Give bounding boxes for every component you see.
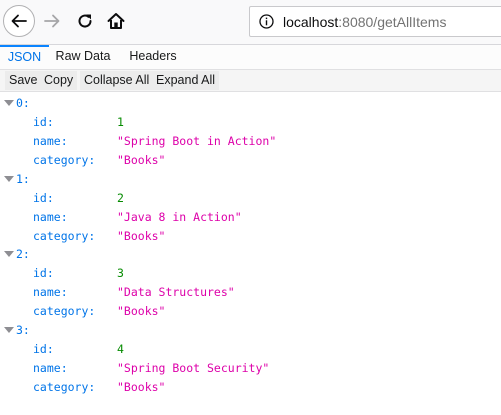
home-button[interactable] [106,11,126,31]
property-key: name: [33,134,68,148]
string-value: "Books" [117,153,166,167]
string-value: "Spring Boot Security" [117,361,270,375]
array-index: 0: [16,96,30,110]
expand-toggle-icon[interactable] [4,100,14,106]
string-value: "Books" [117,229,166,243]
copy-button[interactable]: Copy [40,71,78,90]
expand-all-button[interactable]: Expand All [152,71,220,90]
collapse-all-button[interactable]: Collapse All [80,71,154,90]
address-bar[interactable]: localhost:8080/getAllItems [249,6,501,37]
property-key: name: [33,285,68,299]
tree-row: name: "Java 8 in Action" [0,208,501,227]
url-text[interactable]: localhost:8080/getAllItems [283,14,446,30]
url-path: :8080/getAllItems [338,14,447,30]
browser-navbar: localhost:8080/getAllItems [0,0,501,44]
number-value: 3 [117,266,124,280]
tree-row: category: "Books" [0,151,501,170]
string-value: "Spring Boot in Action" [117,134,277,148]
tree-row-index[interactable]: 3: [0,321,501,340]
tab-headers[interactable]: Headers [123,45,183,69]
expand-toggle-icon[interactable] [4,251,14,257]
reload-button[interactable] [75,11,95,31]
tree-row: id: 4 [0,340,501,359]
expand-toggle-icon[interactable] [4,327,14,333]
tree-row: id: 3 [0,264,501,283]
property-key: category: [33,380,96,394]
tree-row-index[interactable]: 2: [0,245,501,264]
tree-row: id: 2 [0,189,501,208]
tree-row: name: "Spring Boot Security" [0,359,501,378]
tab-raw-data[interactable]: Raw Data [53,45,113,69]
tree-row: name: "Data Structures" [0,283,501,302]
array-index: 1: [16,172,30,186]
tree-row-index[interactable]: 1: [0,170,501,189]
string-value: "Java 8 in Action" [117,210,242,224]
tree-row: category: "Books" [0,378,501,397]
url-host: localhost [283,14,339,30]
info-icon[interactable] [259,14,274,29]
back-arrow-icon [11,14,27,28]
tree-row: category: "Books" [0,227,501,246]
property-key: id: [33,342,54,356]
forward-arrow-icon [44,14,60,28]
property-key: id: [33,115,54,129]
viewer-toolbar: Save Copy Collapse All Expand All [0,70,501,91]
property-key: name: [33,361,68,375]
string-value: "Data Structures" [117,285,235,299]
number-value: 2 [117,191,124,205]
tab-json[interactable]: JSON [0,45,49,69]
viewer-tabs: JSON Raw Data Headers [0,45,501,69]
string-value: "Books" [117,304,166,318]
forward-button[interactable] [42,11,62,31]
string-value: "Books" [117,380,166,394]
property-key: category: [33,229,96,243]
number-value: 4 [117,342,124,356]
tree-row: category: "Books" [0,302,501,321]
toolbar-divider [0,91,501,92]
tree-row: name: "Spring Boot in Action" [0,132,501,151]
array-index: 3: [16,323,30,337]
expand-toggle-icon[interactable] [4,176,14,182]
property-key: id: [33,191,54,205]
property-key: name: [33,210,68,224]
tree-row-index[interactable]: 0: [0,94,501,113]
property-key: id: [33,266,54,280]
reload-icon [78,14,92,28]
property-key: category: [33,304,96,318]
tree-row: id: 1 [0,113,501,132]
property-key: category: [33,153,96,167]
home-icon [107,13,125,29]
save-button[interactable]: Save [5,71,42,90]
back-button[interactable] [3,5,35,37]
array-index: 2: [16,247,30,261]
number-value: 1 [117,115,124,129]
